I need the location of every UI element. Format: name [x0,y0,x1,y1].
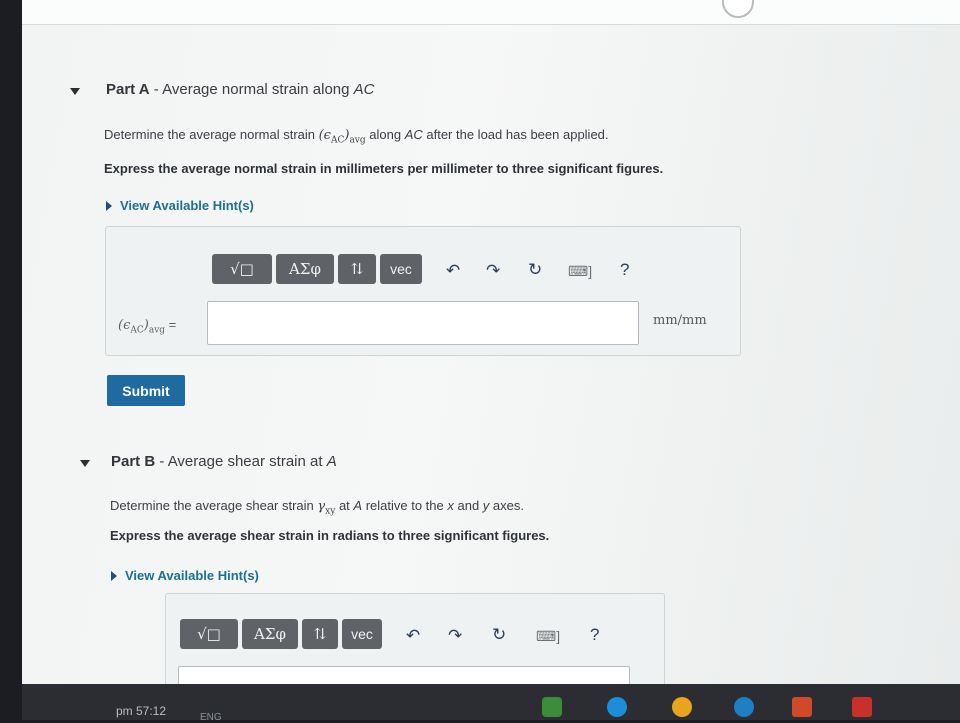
part-a-hint-link[interactable]: View Available Hint(s) [106,198,254,213]
chrome-icon[interactable] [672,697,692,717]
question-text: Determine the average shear strain [110,498,318,513]
submit-button[interactable]: Submit [107,375,185,406]
units-label: mm/mm [653,313,707,328]
part-a-title-var: AC [353,81,375,98]
part-a-title: Part A - Average normal strain along AC [106,81,374,98]
clock: pm 57:12 [116,704,167,718]
redo-icon[interactable]: ↷ [448,627,462,644]
part-b-label: Part B [111,453,156,470]
shield-icon[interactable] [542,697,562,717]
part-b-answer-box: √□ ΑΣφ ⇅ vec ↶ ↷ ↻ ⌨] ? [165,593,665,684]
help-button[interactable]: ? [590,626,599,643]
vector-button[interactable]: vec [380,254,422,284]
acrobat-icon[interactable] [792,697,812,717]
part-b-question: Determine the average shear strain γxy a… [110,498,524,517]
language-indicator: ENG [200,712,222,723]
skype-icon[interactable] [607,697,627,717]
part-b-instruction: Express the average shear strain in radi… [110,528,550,543]
part-b-title-text: Average shear strain at [167,453,327,470]
part-a-question: Determine the average normal strain (ϵAC… [104,127,609,146]
part-a-instruction: Express the average normal strain in mil… [104,161,664,176]
part-a-answer-box: √□ ΑΣφ ⇅ vec ↶ ↷ ↻ ⌨] ? (ϵAC)avg = mm/mm [105,226,741,356]
question-var: AC [404,127,423,142]
part-b-title-var: A [326,453,337,470]
redo-icon[interactable]: ↷ [486,262,500,279]
question-text: after the load has been applied. [422,127,609,142]
part-a-title-text: Average normal strain along [162,81,354,98]
part-b-math-toolbar: √□ ΑΣφ ⇅ vec [180,619,382,649]
part-b-hint-link[interactable]: View Available Hint(s) [111,568,259,583]
shear-strain-symbol: γxy [317,499,336,517]
page-top-strip [22,0,960,25]
templates-button[interactable]: √□ [212,254,272,284]
keyboard-icon[interactable]: ⌨] [536,629,560,643]
part-a-dash: - [149,81,163,98]
answer-symbol: (ϵAC)avg [118,318,166,336]
strain-answer-input[interactable] [207,301,639,345]
keyboard-icon[interactable]: ⌨] [568,264,592,278]
strain-symbol: (ϵAC)avg [318,128,366,146]
browser-page: Part A - Average normal strain along AC … [22,0,960,684]
expand-triangle-icon [106,200,112,211]
reset-icon[interactable]: ↻ [492,626,506,643]
reset-icon[interactable]: ↻ [528,261,542,278]
shear-strain-answer-input[interactable] [178,666,630,684]
subscript-superscript-button[interactable]: ⇅ [338,254,376,284]
undo-icon[interactable]: ↶ [446,262,460,279]
question-text: Determine the average normal strain [104,127,319,142]
part-a-math-toolbar: √□ ΑΣφ ⇅ vec [212,254,422,284]
vector-button[interactable]: vec [342,619,382,649]
answer-label: (ϵAC)avg = [118,317,177,336]
part-b-collapse-caret[interactable] [80,460,90,467]
help-button[interactable]: ? [620,261,629,278]
part-a-collapse-caret[interactable] [70,88,80,95]
subscript-superscript-button[interactable]: ⇅ [302,619,338,649]
question-text: along [365,127,405,142]
part-b-dash: - [155,453,168,470]
part-b-title: Part B - Average shear strain at A [111,453,337,470]
hint-label: View Available Hint(s) [125,568,259,583]
office-icon[interactable] [852,697,872,717]
taskbar: pm 57:12 ENG [22,684,960,723]
hint-label: View Available Hint(s) [120,198,254,213]
undo-icon[interactable]: ↶ [406,627,420,644]
expand-triangle-icon [111,570,117,581]
greek-symbols-button[interactable]: ΑΣφ [276,254,334,284]
templates-button[interactable]: √□ [180,619,238,649]
edge-icon[interactable] [734,697,754,717]
greek-symbols-button[interactable]: ΑΣφ [242,619,298,649]
part-a-label: Part A [106,81,150,98]
